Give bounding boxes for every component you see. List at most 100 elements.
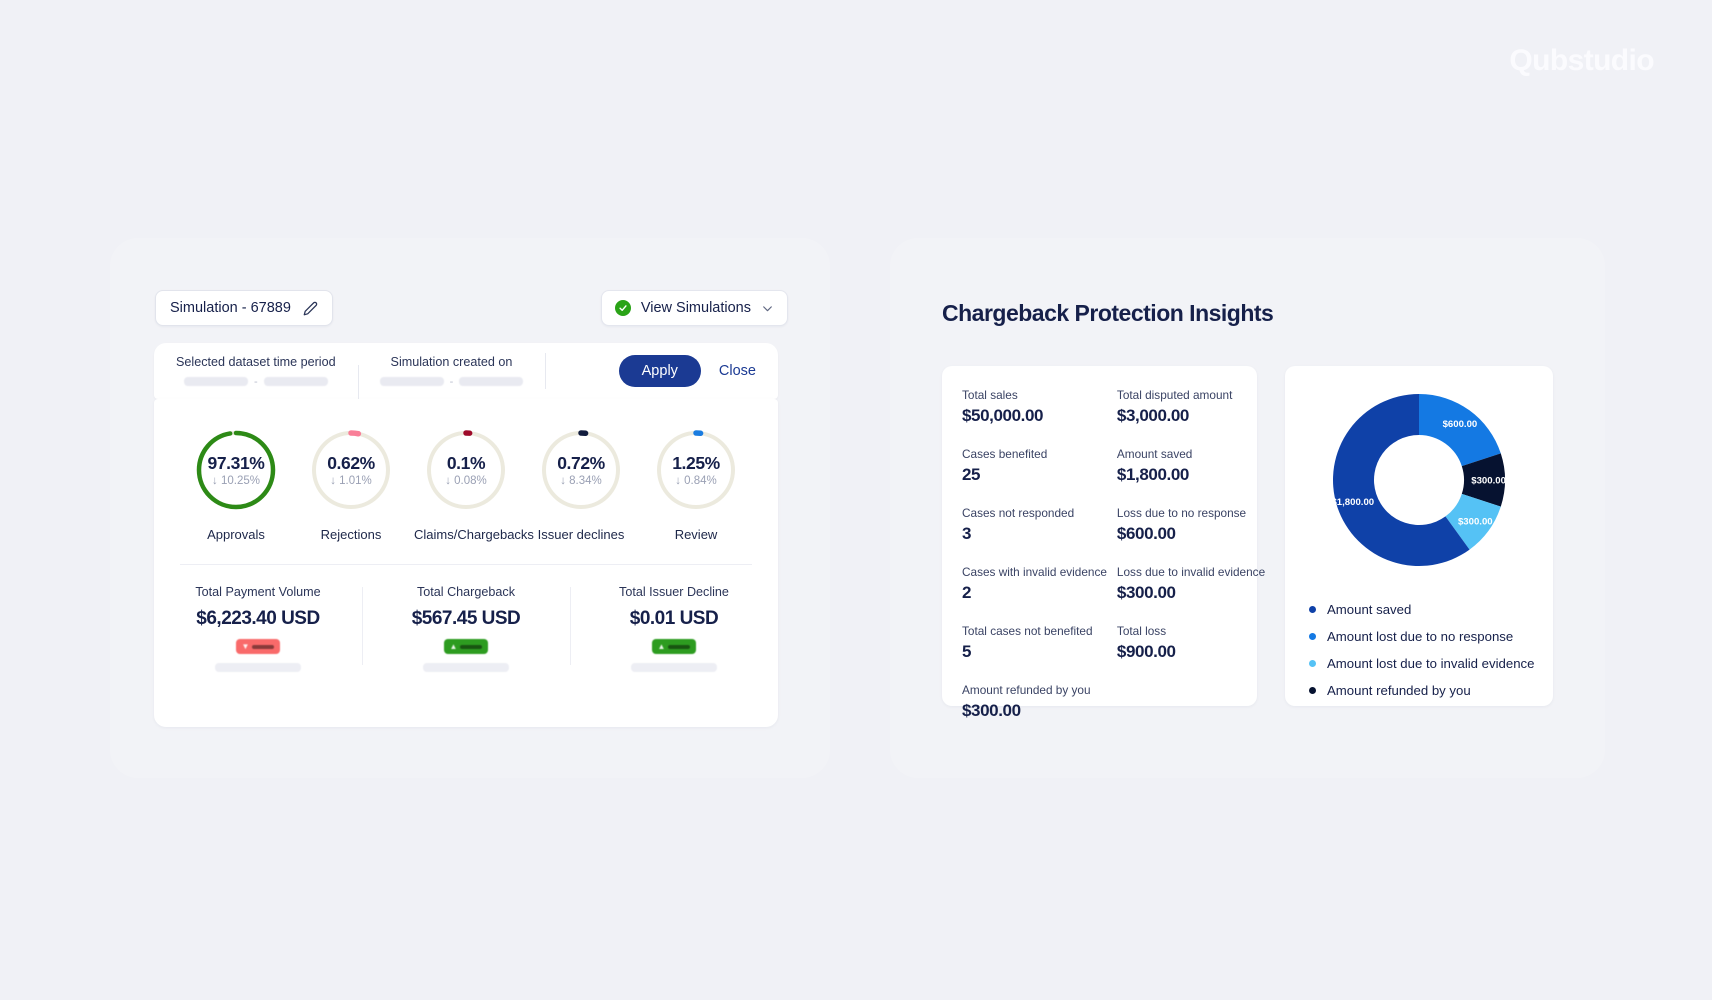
totals-row: Total Payment Volume $6,223.40 USD ▼ Total … — [154, 565, 778, 672]
legend-label: Amount lost due to no response — [1327, 629, 1514, 644]
legend-item[interactable]: Amount refunded by you — [1309, 683, 1553, 698]
view-simulations-dropdown[interactable]: View Simulations — [600, 290, 788, 326]
legend-color-dot — [1309, 606, 1316, 613]
total-total-chargeback: Total Chargeback $567.45 USD ▲ — [362, 585, 570, 672]
legend-item[interactable]: Amount lost due to no response — [1309, 629, 1553, 644]
stat-label: Loss due to invalid evidence — [1116, 565, 1266, 579]
redacted-total-note — [631, 663, 717, 672]
stat-amount-refunded-by-you: Amount refunded by you $300.00 — [962, 683, 1107, 721]
gauge-percent: 0.72% — [557, 453, 605, 473]
stat-total-sales: Total sales $50,000.00 — [962, 388, 1107, 426]
gauge-percent: 0.1% — [446, 453, 486, 473]
redacted-trend-value — [668, 644, 691, 649]
insights-panel: Chargeback Protection Insights Total sal… — [890, 238, 1605, 778]
donut-chart-card: $600.00 $300.00 $300.00 $1,800.00 Amount sa… — [1285, 366, 1553, 706]
gauge-ring: 0.1% ↓ 0.08% — [423, 427, 509, 513]
redacted-date-end — [263, 377, 328, 386]
stat-total-loss: Total loss $900.00 — [1117, 624, 1265, 662]
stat-amount-saved: Amount saved $1,800.00 — [1117, 447, 1265, 485]
gauge-delta: ↓ 0.84% — [675, 475, 717, 487]
legend-label: Amount lost due to invalid evidence — [1327, 656, 1535, 671]
total-total-issuer-decline: Total Issuer Decline $0.01 USD ▲ — [570, 585, 778, 672]
stat-value: 25 — [962, 465, 981, 484]
gauge-ring: 0.62% ↓ 1.01% — [308, 427, 394, 513]
gauge-ring: 0.72% ↓ 8.34% — [538, 427, 624, 513]
chart-legend: Amount saved Amount lost due to no respon… — [1285, 580, 1553, 698]
legend-label: Amount refunded by you — [1327, 683, 1471, 698]
stat-total-disputed-amount: Total disputed amount $3,000.00 — [1117, 388, 1265, 426]
stat-cases-with-invalid-evidence: Cases with invalid evidence 2 — [962, 565, 1107, 603]
gauge-percent: 1.25% — [672, 453, 720, 473]
stat-label: Cases benefited — [962, 447, 1048, 461]
gauge-row: 97.31% ↓ 10.25% Approvals 0.62% ↓ 1.01% Rejec… — [154, 399, 778, 542]
gauge-percent: 0.62% — [327, 453, 375, 473]
gauge-delta: ↓ 8.34% — [560, 475, 602, 487]
stat-value: 3 — [962, 524, 972, 543]
stats-grid: Total sales $50,000.00 Total disputed amou… — [962, 388, 1265, 721]
donut-slice-label: $300.00 — [1471, 475, 1506, 486]
close-button[interactable]: Close — [713, 363, 762, 379]
dataset-period-label: Selected dataset time period — [176, 354, 336, 369]
donut-slice-label: $300.00 — [1458, 516, 1493, 527]
legend-item[interactable]: Amount lost due to invalid evidence — [1309, 656, 1553, 671]
stat-value: $3,000.00 — [1116, 406, 1189, 425]
stat-cases-benefited: Cases benefited 25 — [962, 447, 1107, 485]
total-label: Total Payment Volume — [195, 585, 321, 599]
simulation-created-label: Simulation created on — [390, 354, 513, 369]
gauge-rejections: 0.62% ↓ 1.01% Rejections — [299, 427, 403, 542]
simulation-panel: Simulation - 67889 View Simulations Sele… — [110, 238, 830, 778]
stat-value: $300.00 — [1116, 583, 1176, 602]
stat-value: 5 — [962, 642, 972, 661]
legend-color-dot — [1309, 660, 1316, 667]
trend-badge-up: ▲ — [652, 639, 696, 654]
gauge-label: Claims/Chargebacks — [414, 527, 534, 542]
apply-button[interactable]: Apply — [618, 355, 701, 387]
simulation-created-filter[interactable]: Simulation created on - — [357, 354, 546, 401]
view-simulations-label: View Simulations — [640, 300, 751, 316]
page-title: Chargeback Protection Insights — [942, 300, 1274, 326]
stat-total-cases-not-benefited: Total cases not benefited 5 — [962, 624, 1107, 662]
pencil-icon[interactable] — [303, 301, 318, 316]
stat-label: Amount refunded by you — [962, 683, 1091, 697]
stat-value: $900.00 — [1116, 642, 1176, 661]
check-circle-icon — [614, 300, 631, 316]
range-dash-2: - — [449, 375, 454, 388]
legend-color-dot — [1309, 687, 1316, 694]
filter-divider — [545, 353, 547, 389]
redacted-trend-value — [252, 644, 275, 649]
gauge-delta: ↓ 10.25% — [212, 475, 260, 487]
dataset-period-filter[interactable]: Selected dataset time period - — [154, 355, 358, 388]
legend-item[interactable]: Amount saved — [1309, 602, 1553, 617]
stat-value: 2 — [962, 583, 972, 602]
brand-logo: Qubstudio — [1509, 44, 1654, 77]
total-label: Total Chargeback — [416, 585, 515, 599]
gauge-issuer-declines: 0.72% ↓ 8.34% Issuer declines — [529, 427, 633, 542]
chevron-down-icon[interactable] — [761, 302, 774, 315]
gauge-approvals: 97.31% ↓ 10.25% Approvals — [184, 427, 288, 542]
trend-arrow-icon: ▼ — [241, 641, 250, 651]
gauge-ring: 1.25% ↓ 0.84% — [653, 427, 739, 513]
stat-value: $50,000.00 — [962, 406, 1044, 425]
gauge-delta: ↓ 1.01% — [330, 475, 372, 487]
gauge-label: Review — [674, 527, 718, 542]
gauge-claims-chargebacks: 0.1% ↓ 0.08% Claims/Chargebacks — [414, 427, 534, 542]
stat-label: Total sales — [962, 388, 1018, 402]
dataset-period-value: - — [183, 376, 328, 388]
trend-badge-down: ▼ — [236, 639, 280, 654]
total-value: $567.45 USD — [411, 608, 521, 629]
simulation-created-value: - — [379, 375, 524, 388]
stat-loss-due-to-invalid-evidence: Loss due to invalid evidence $300.00 — [1117, 565, 1265, 603]
donut-chart: $600.00 $300.00 $300.00 $1,800.00 — [1331, 394, 1506, 566]
total-total-payment-volume: Total Payment Volume $6,223.40 USD ▼ — [154, 585, 362, 672]
legend-color-dot — [1309, 633, 1316, 640]
simulation-name-chip[interactable]: Simulation - 67889 — [155, 290, 333, 326]
redacted-total-note — [215, 663, 301, 672]
stat-label: Loss due to no response — [1116, 506, 1247, 520]
stat-value: $600.00 — [1116, 524, 1176, 543]
stat-label: Total disputed amount — [1116, 388, 1233, 402]
gauge-ring: 97.31% ↓ 10.25% — [193, 427, 279, 513]
donut-wrap: $600.00 $300.00 $300.00 $1,800.00 — [1285, 380, 1553, 580]
total-value: $0.01 USD — [629, 608, 719, 629]
total-value: $6,223.40 USD — [196, 608, 320, 629]
stat-label: Cases not responded — [962, 506, 1075, 520]
